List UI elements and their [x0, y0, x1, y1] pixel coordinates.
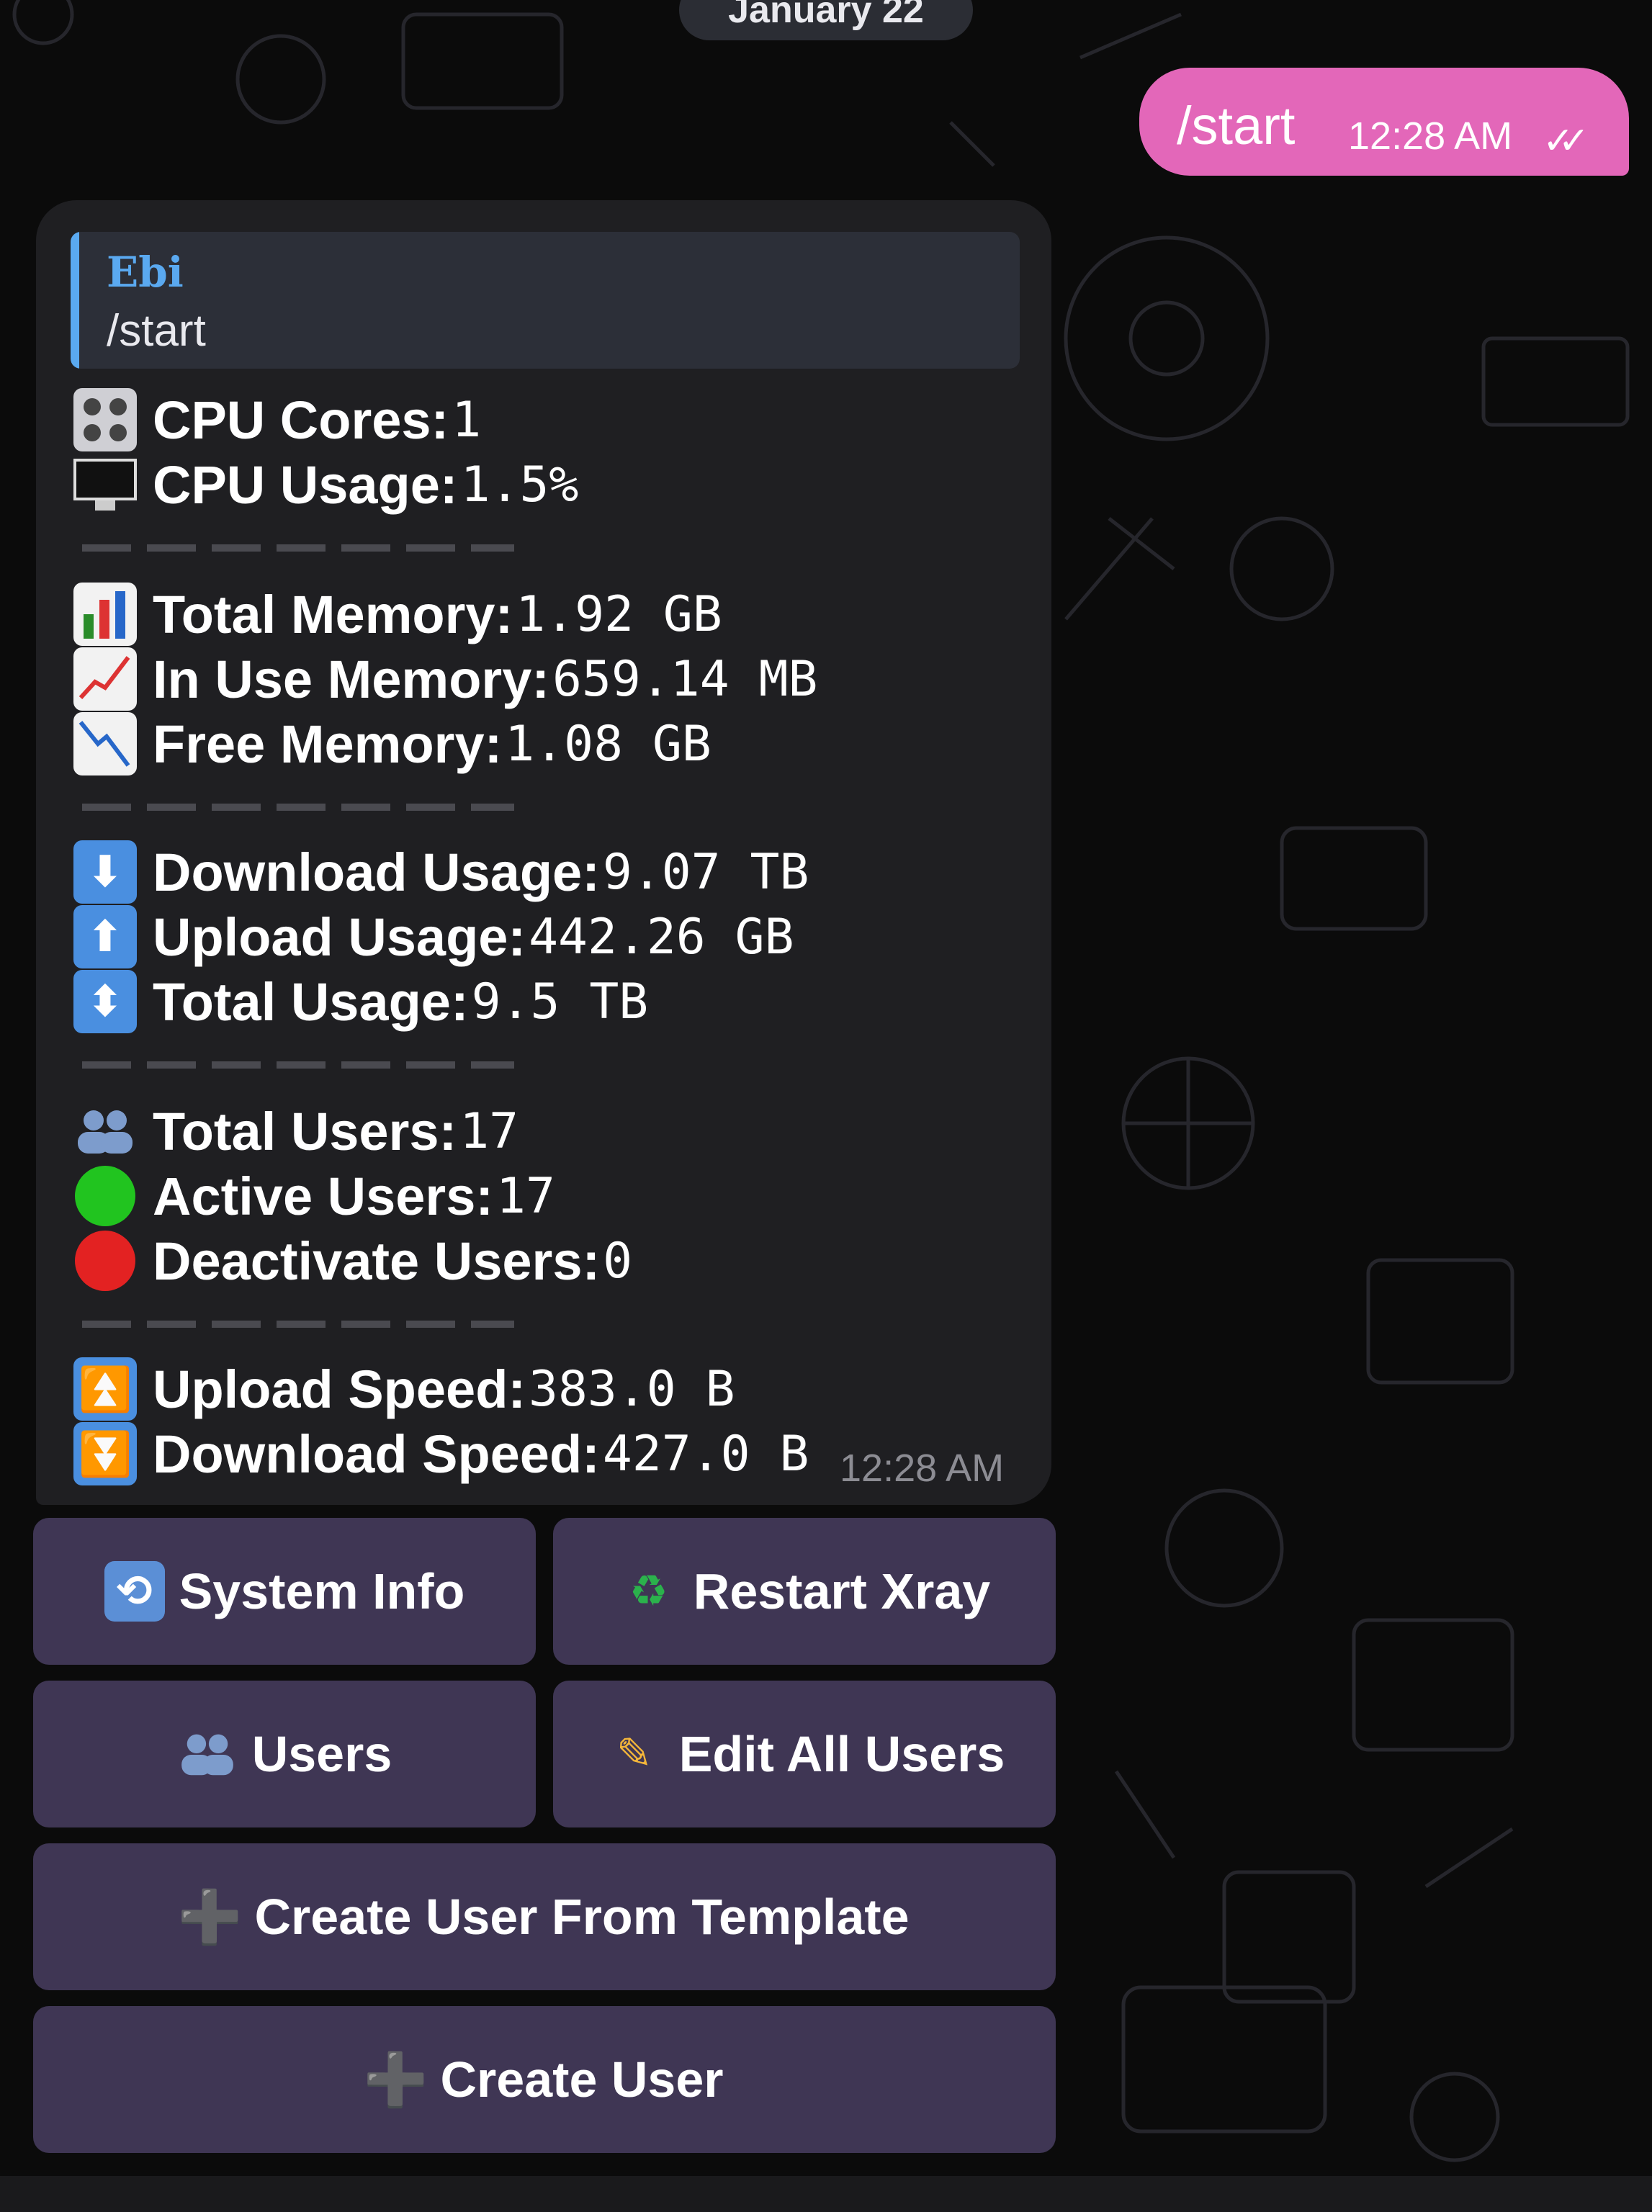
stat-download-usage: ⬇ Download Usage: 9.07 TB: [73, 840, 809, 904]
stat-value: 0: [603, 1232, 633, 1290]
stat-deactivate-users: Deactivate Users: 0: [73, 1228, 632, 1293]
arrow-up-down-icon: ⬍: [73, 970, 137, 1033]
pencil-icon: ✎: [616, 1730, 652, 1778]
stat-active-users: Active Users: 17: [73, 1164, 555, 1228]
separator: [82, 1061, 514, 1069]
outgoing-message-text: /start: [1177, 96, 1296, 156]
fast-up-icon: ⏫: [73, 1357, 137, 1421]
bar-chart-icon: [73, 583, 137, 646]
stat-label: Download Usage:: [153, 842, 600, 902]
stat-label: CPU Usage:: [153, 454, 458, 515]
create-user-button[interactable]: ➕ Create User: [33, 2006, 1056, 2153]
stat-cpu-usage: CPU Usage: 1.5%: [73, 452, 578, 517]
red-circle-icon: [73, 1229, 137, 1292]
read-receipt-icon: ✓✓: [1543, 120, 1589, 162]
create-user-label: Create User: [440, 2051, 724, 2108]
green-circle-icon: [73, 1164, 137, 1228]
stat-label: CPU Cores:: [153, 390, 449, 450]
chart-increasing-icon: [73, 647, 137, 711]
recycle-icon: ♻: [629, 1567, 668, 1615]
chart-decreasing-icon: [73, 712, 137, 775]
separator: [82, 804, 514, 811]
stat-value: 442.26 GB: [529, 908, 794, 966]
incoming-message-time: 12:28 AM: [840, 1447, 1005, 1490]
stat-label: Total Users:: [153, 1101, 457, 1161]
stat-label: Upload Usage:: [153, 907, 526, 967]
stat-label: Free Memory:: [153, 714, 503, 774]
stat-label: Total Usage:: [153, 971, 469, 1032]
users-icon: [177, 1724, 238, 1784]
monitor-icon: [73, 453, 137, 516]
stat-value: 1.08 GB: [505, 715, 711, 773]
stat-download-speed: ⏬ Download Speed: 427.0 B: [73, 1421, 809, 1486]
stat-value: 9.5 TB: [471, 973, 649, 1030]
users-button[interactable]: Users: [33, 1681, 536, 1827]
date-separator: January 22: [679, 0, 973, 40]
separator: [82, 1321, 514, 1328]
outgoing-message-time: 12:28 AM: [1348, 114, 1513, 158]
stat-value: 383.0 B: [529, 1360, 735, 1418]
reply-accent-bar: [71, 232, 79, 369]
restart-xray-button[interactable]: ♻ Restart Xray: [553, 1518, 1056, 1665]
stat-label: Download Speed:: [153, 1424, 600, 1484]
reply-author: Ebi: [107, 248, 184, 297]
stat-label: Deactivate Users:: [153, 1231, 601, 1291]
stat-label: Total Memory:: [153, 584, 513, 644]
system-info-button[interactable]: ⟲ System Info: [33, 1518, 536, 1665]
stat-label: Upload Speed:: [153, 1359, 526, 1419]
stat-value: 17: [496, 1167, 555, 1225]
bottom-edge-bar: [0, 2176, 1652, 2212]
stat-value: 9.07 TB: [602, 843, 809, 901]
stat-inuse-memory: In Use Memory: 659.14 MB: [73, 647, 818, 711]
stat-total-users: Total Users: 17: [73, 1099, 519, 1164]
plus-icon: ➕: [363, 2051, 428, 2109]
stat-value: 427.0 B: [602, 1425, 809, 1483]
stat-value: 1.92 GB: [516, 585, 722, 643]
separator: [82, 544, 514, 552]
stat-free-memory: Free Memory: 1.08 GB: [73, 711, 711, 776]
stat-upload-usage: ⬆ Upload Usage: 442.26 GB: [73, 904, 794, 969]
stat-total-memory: Total Memory: 1.92 GB: [73, 582, 722, 647]
stat-value: 1: [452, 391, 482, 449]
fast-down-icon: ⏬: [73, 1422, 137, 1485]
incoming-message-bubble[interactable]: Ebi /start CPU Cores: 1 CPU Usage: 1.5% …: [36, 200, 1051, 1505]
stat-value: 17: [459, 1102, 519, 1160]
create-user-from-template-label: Create User From Template: [254, 1889, 910, 1945]
system-info-label: System Info: [179, 1563, 465, 1619]
edit-all-users-label: Edit All Users: [678, 1726, 1005, 1782]
arrow-up-icon: ⬆: [73, 905, 137, 968]
cpu-icon: [73, 388, 137, 451]
refresh-icon: ⟲: [104, 1561, 165, 1622]
stat-value: 1.5%: [460, 456, 579, 513]
stat-value: 659.14 MB: [552, 650, 818, 708]
stat-label: Active Users:: [153, 1166, 494, 1226]
reply-text: /start: [107, 306, 206, 356]
stat-cpu-cores: CPU Cores: 1: [73, 387, 481, 452]
stat-label: In Use Memory:: [153, 649, 550, 709]
reply-quote[interactable]: Ebi /start: [71, 232, 1020, 369]
stat-total-usage: ⬍ Total Usage: 9.5 TB: [73, 969, 648, 1034]
users-icon: [73, 1100, 137, 1163]
edit-all-users-button[interactable]: ✎ Edit All Users: [553, 1681, 1056, 1827]
users-label: Users: [251, 1726, 392, 1782]
create-user-from-template-button[interactable]: ➕ Create User From Template: [33, 1843, 1056, 1990]
stat-upload-speed: ⏫ Upload Speed: 383.0 B: [73, 1357, 735, 1421]
arrow-down-icon: ⬇: [73, 840, 137, 904]
restart-xray-label: Restart Xray: [693, 1563, 991, 1619]
plus-icon: ➕: [177, 1888, 243, 1946]
outgoing-message-bubble[interactable]: /start 12:28 AM ✓✓: [1139, 68, 1629, 176]
